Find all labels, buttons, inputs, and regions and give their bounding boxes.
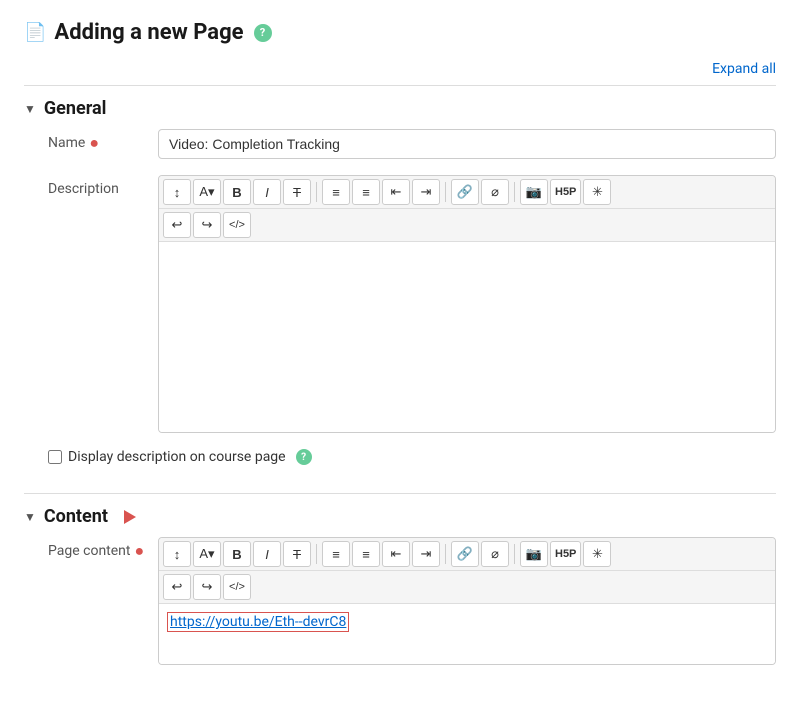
page-help-icon[interactable]: ? — [254, 24, 272, 42]
pc-format-btn[interactable]: ↕ — [163, 541, 191, 567]
page-content-label: Page content ● — [48, 537, 158, 559]
pc-link-btn[interactable]: 🔗 — [451, 541, 479, 567]
expand-all-row: Expand all — [24, 61, 776, 77]
description-editor-body[interactable] — [159, 242, 775, 432]
unlink-btn[interactable]: ⌀ — [481, 179, 509, 205]
pc-source-btn[interactable]: </> — [223, 574, 251, 600]
general-section-title: General — [44, 98, 107, 119]
display-description-label[interactable]: Display description on course page — [68, 449, 286, 465]
name-required-icon: ● — [89, 135, 99, 151]
display-description-checkbox[interactable] — [48, 450, 62, 464]
pc-image-btn[interactable]: 📷 — [520, 541, 548, 567]
general-section-body: Name ● Description ↕ A▾ — [24, 129, 776, 493]
page-content-link[interactable]: https://youtu.be/Eth--devrC8 — [167, 612, 349, 632]
indent-btn[interactable]: ⇤ — [382, 179, 410, 205]
pc-strikethrough-btn[interactable]: T — [283, 541, 311, 567]
page-content-control-wrap: ↕ A▾ B I T ≡ ≡ ⇤ ⇥ 🔗 ⌀ 📷 — [158, 537, 776, 665]
content-chevron: ▼ — [24, 510, 36, 524]
pc-tb-sep2 — [445, 544, 446, 564]
page-content-toolbar-row1: ↕ A▾ B I T ≡ ≡ ⇤ ⇥ 🔗 ⌀ 📷 — [159, 538, 775, 571]
ul-btn[interactable]: ≡ — [322, 179, 350, 205]
link-btn[interactable]: 🔗 — [451, 179, 479, 205]
tb-sep3 — [514, 182, 515, 202]
tb-sep1 — [316, 182, 317, 202]
page-content-row: Page content ● ↕ A▾ B I T ≡ ≡ ⇤ — [24, 537, 776, 665]
name-row: Name ● — [24, 129, 776, 159]
source-btn[interactable]: </> — [223, 212, 251, 238]
display-description-row: Display description on course page ? — [48, 449, 776, 465]
description-editor: ↕ A▾ B I T ≡ ≡ ⇤ ⇥ 🔗 ⌀ — [158, 175, 776, 433]
name-control-wrap — [158, 129, 776, 159]
page-content-editor: ↕ A▾ B I T ≡ ≡ ⇤ ⇥ 🔗 ⌀ 📷 — [158, 537, 776, 665]
pc-redo-btn[interactable]: ↪ — [193, 574, 221, 600]
redo-btn[interactable]: ↪ — [193, 212, 221, 238]
name-label: Name ● — [48, 129, 158, 151]
page-content-required-icon: ● — [135, 543, 145, 559]
tb-sep2 — [445, 182, 446, 202]
format-group: ↕ — [163, 179, 191, 205]
special-btn[interactable]: ✳ — [583, 179, 611, 205]
pc-special-btn[interactable]: ✳ — [583, 541, 611, 567]
image-btn[interactable]: 📷 — [520, 179, 548, 205]
general-chevron: ▼ — [24, 102, 36, 116]
content-section-title: Content — [44, 506, 108, 527]
general-section: ▼ General Name ● Description — [24, 85, 776, 493]
description-toolbar-row2: ↩ ↪ </> — [159, 209, 775, 242]
page-content-editor-body[interactable]: https://youtu.be/Eth--devrC8 — [159, 604, 775, 664]
format-btn[interactable]: ↕ — [163, 179, 191, 205]
pc-italic-btn[interactable]: I — [253, 541, 281, 567]
italic-btn[interactable]: I — [253, 179, 281, 205]
undo-btn[interactable]: ↩ — [163, 212, 191, 238]
display-description-help-icon[interactable]: ? — [296, 449, 312, 465]
content-section-body: Page content ● ↕ A▾ B I T ≡ ≡ ⇤ — [24, 537, 776, 693]
pc-ul-btn[interactable]: ≡ — [322, 541, 350, 567]
pc-hp-btn[interactable]: H5P — [550, 541, 581, 567]
font-btn[interactable]: A▾ — [193, 179, 221, 205]
pc-tb-sep3 — [514, 544, 515, 564]
content-section-header[interactable]: ▼ Content — [24, 494, 776, 537]
pc-font-btn[interactable]: A▾ — [193, 541, 221, 567]
strikethrough-btn[interactable]: T — [283, 179, 311, 205]
description-row: Description ↕ A▾ B I T ≡ ≡ — [24, 175, 776, 433]
content-section: ▼ Content Page content ● ↕ A▾ B I T — [24, 493, 776, 693]
page-title: Adding a new Page — [54, 20, 243, 45]
pc-undo-btn[interactable]: ↩ — [163, 574, 191, 600]
description-control-wrap: ↕ A▾ B I T ≡ ≡ ⇤ ⇥ 🔗 ⌀ — [158, 175, 776, 433]
name-input[interactable] — [158, 129, 776, 159]
ol-btn[interactable]: ≡ — [352, 179, 380, 205]
pc-bold-btn[interactable]: B — [223, 541, 251, 567]
page-content-toolbar-row2: ↩ ↪ </> — [159, 571, 775, 604]
description-toolbar-row1: ↕ A▾ B I T ≡ ≡ ⇤ ⇥ 🔗 ⌀ — [159, 176, 775, 209]
description-content — [167, 250, 767, 350]
expand-all-link[interactable]: Expand all — [712, 61, 776, 77]
general-section-header[interactable]: ▼ General — [24, 86, 776, 129]
content-arrow-indicator — [124, 510, 136, 524]
bold-btn[interactable]: B — [223, 179, 251, 205]
pc-outdent-btn[interactable]: ⇥ — [412, 541, 440, 567]
outdent-btn[interactable]: ⇥ — [412, 179, 440, 205]
description-label: Description — [48, 175, 158, 197]
pc-unlink-btn[interactable]: ⌀ — [481, 541, 509, 567]
hp-btn[interactable]: H5P — [550, 179, 581, 205]
pc-tb-sep1 — [316, 544, 317, 564]
pc-indent-btn[interactable]: ⇤ — [382, 541, 410, 567]
page-icon: 📄 — [24, 22, 46, 43]
pc-ol-btn[interactable]: ≡ — [352, 541, 380, 567]
page-header: 📄 Adding a new Page ? — [24, 20, 776, 45]
